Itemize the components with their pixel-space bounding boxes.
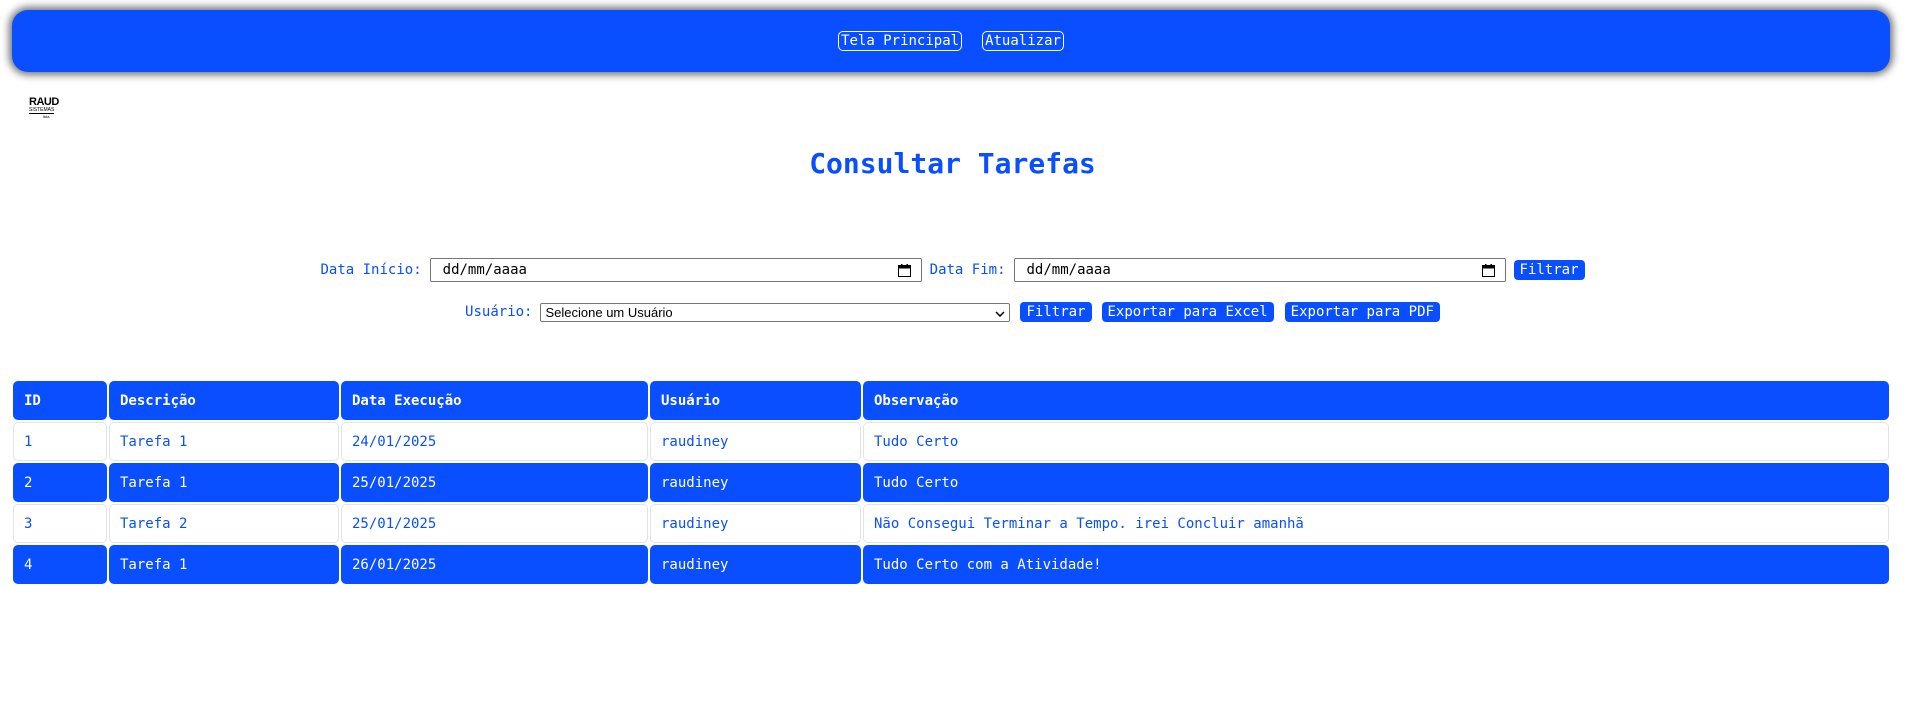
cell-data-execucao: 25/01/2025 bbox=[341, 463, 648, 502]
user-label: Usuário: bbox=[465, 304, 533, 320]
cell-id: 2 bbox=[13, 463, 107, 502]
cell-observacao: Tudo Certo bbox=[863, 422, 1889, 461]
start-date-input[interactable]: dd/mm/aaaa bbox=[429, 258, 922, 282]
table-row: 3 Tarefa 2 25/01/2025 raudiney Não Conse… bbox=[13, 504, 1889, 543]
cell-id: 3 bbox=[13, 504, 107, 543]
header-id: ID bbox=[13, 381, 107, 420]
cell-usuario: raudiney bbox=[650, 504, 861, 543]
cell-descricao: Tarefa 2 bbox=[109, 504, 339, 543]
top-navbar: Tela Principal Atualizar bbox=[12, 10, 1890, 72]
logo-sub-text: SISTEMAS bbox=[29, 107, 55, 114]
start-date-value: dd/mm/aaaa bbox=[442, 262, 527, 278]
cell-usuario: raudiney bbox=[650, 422, 861, 461]
chevron-down-icon bbox=[995, 305, 1006, 320]
cell-data-execucao: 26/01/2025 bbox=[341, 545, 648, 584]
refresh-button[interactable]: Atualizar bbox=[982, 31, 1064, 51]
header-observacao: Observação bbox=[863, 381, 1889, 420]
cell-id: 4 bbox=[13, 545, 107, 584]
table-row: 4 Tarefa 1 26/01/2025 raudiney Tudo Cert… bbox=[13, 545, 1889, 584]
user-filter-row: Usuário: Selecione um Usuário Filtrar Ex… bbox=[0, 301, 1905, 323]
logo-tiny-text: ltda bbox=[43, 114, 50, 119]
date-filter-row: Data Início: dd/mm/aaaa Data Fim: dd/mm/… bbox=[0, 256, 1905, 284]
end-date-input[interactable]: dd/mm/aaaa bbox=[1013, 258, 1506, 282]
cell-usuario: raudiney bbox=[650, 463, 861, 502]
header-descricao: Descrição bbox=[109, 381, 339, 420]
export-pdf-button[interactable]: Exportar para PDF bbox=[1284, 302, 1440, 322]
table-row: 2 Tarefa 1 25/01/2025 raudiney Tudo Cert… bbox=[13, 463, 1889, 502]
cell-id: 1 bbox=[13, 422, 107, 461]
end-date-label: Data Fim: bbox=[929, 262, 1006, 278]
cell-descricao: Tarefa 1 bbox=[109, 422, 339, 461]
cell-observacao: Tudo Certo com a Atividade! bbox=[863, 545, 1889, 584]
cell-observacao: Não Consegui Terminar a Tempo. irei Conc… bbox=[863, 504, 1889, 543]
company-logo: RAUD SISTEMAS ltda bbox=[29, 97, 63, 120]
tasks-table: ID Descrição Data Execução Usuário Obser… bbox=[11, 379, 1891, 586]
header-data-execucao: Data Execução bbox=[341, 381, 648, 420]
table-row: 1 Tarefa 1 24/01/2025 raudiney Tudo Cert… bbox=[13, 422, 1889, 461]
end-date-value: dd/mm/aaaa bbox=[1026, 262, 1111, 278]
cell-descricao: Tarefa 1 bbox=[109, 463, 339, 502]
export-excel-button[interactable]: Exportar para Excel bbox=[1101, 302, 1274, 322]
filter-user-button[interactable]: Filtrar bbox=[1020, 302, 1092, 322]
header-usuario: Usuário bbox=[650, 381, 861, 420]
calendar-icon[interactable] bbox=[897, 263, 911, 277]
cell-usuario: raudiney bbox=[650, 545, 861, 584]
filter-date-button[interactable]: Filtrar bbox=[1513, 260, 1585, 280]
user-select[interactable]: Selecione um Usuário bbox=[540, 302, 1011, 322]
cell-data-execucao: 24/01/2025 bbox=[341, 422, 648, 461]
cell-observacao: Tudo Certo bbox=[863, 463, 1889, 502]
table-header-row: ID Descrição Data Execução Usuário Obser… bbox=[13, 381, 1889, 420]
page-title: Consultar Tarefas bbox=[809, 147, 1096, 180]
home-button[interactable]: Tela Principal bbox=[838, 31, 963, 51]
user-select-value: Selecione um Usuário bbox=[545, 304, 673, 320]
calendar-icon[interactable] bbox=[1481, 263, 1495, 277]
cell-descricao: Tarefa 1 bbox=[109, 545, 339, 584]
start-date-label: Data Início: bbox=[320, 262, 422, 278]
cell-data-execucao: 25/01/2025 bbox=[341, 504, 648, 543]
